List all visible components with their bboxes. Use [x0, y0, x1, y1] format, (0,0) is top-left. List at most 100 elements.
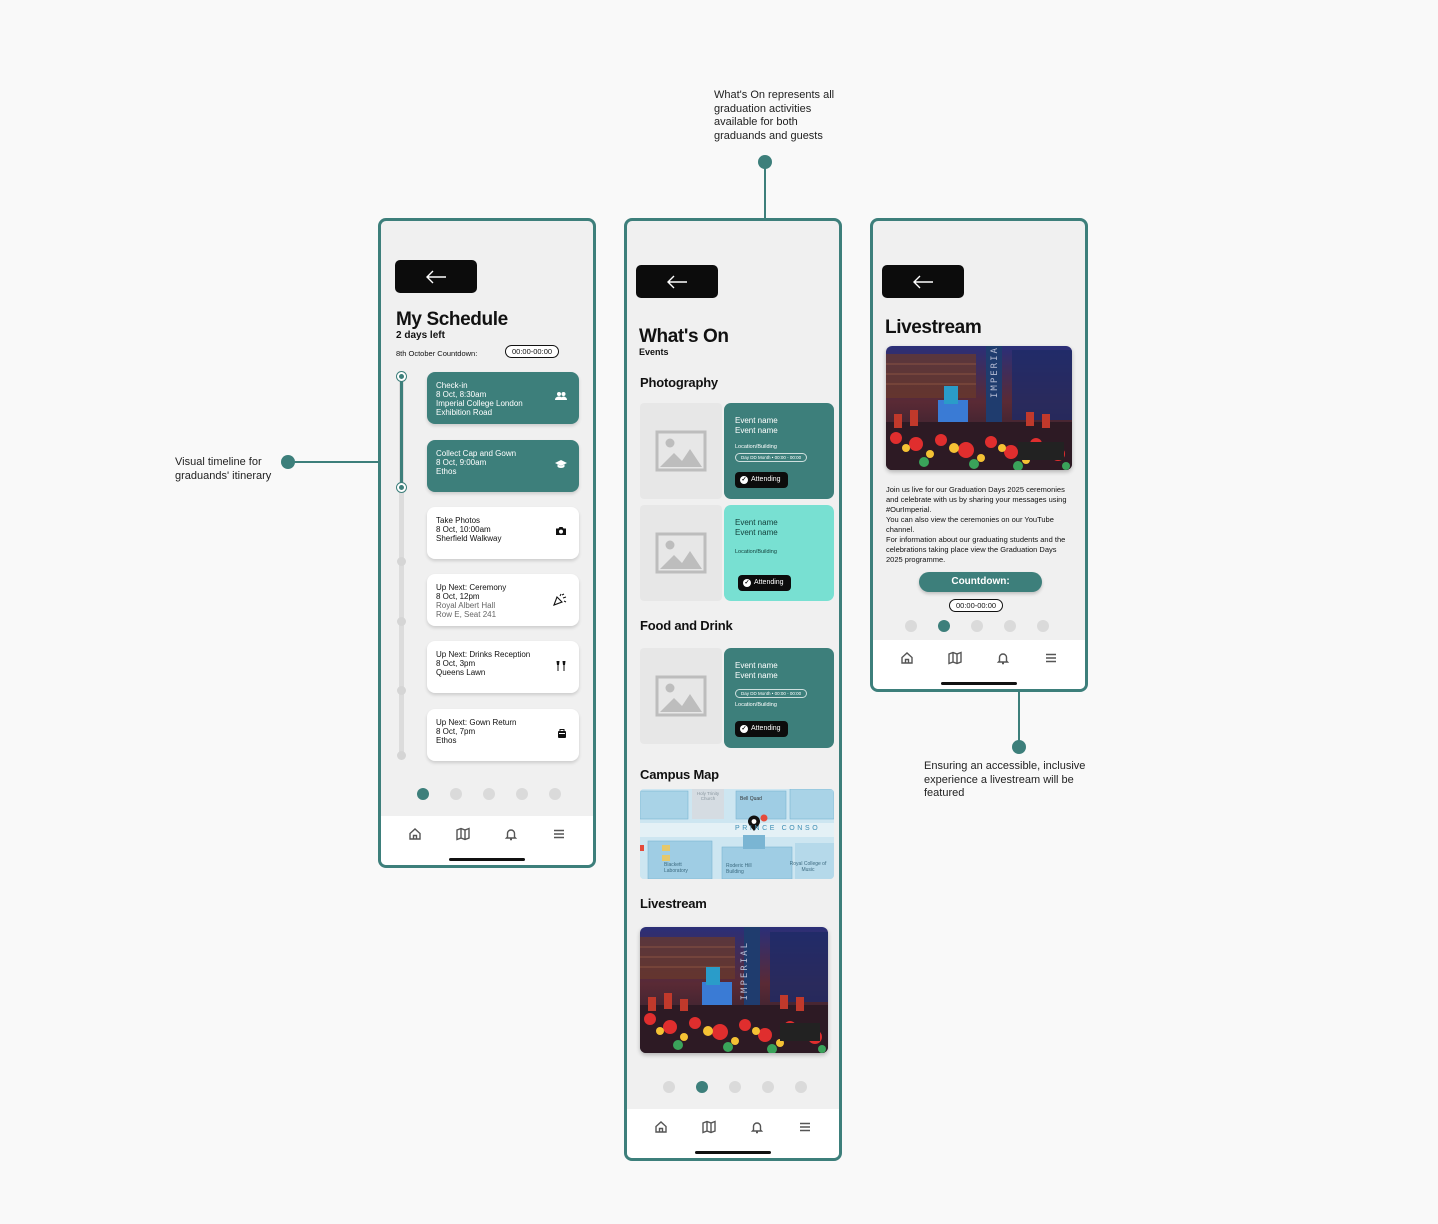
event-card[interactable]: Event name Event name Day DD Month • 00:… — [724, 648, 834, 748]
tab-map[interactable] — [947, 650, 963, 666]
graduation-cap-icon — [555, 459, 567, 471]
page-dot[interactable] — [483, 788, 495, 800]
tab-notifications[interactable] — [749, 1119, 765, 1135]
page-dot[interactable] — [905, 620, 917, 632]
event-date: Day DD Month • 00:00 - 00:00 — [735, 689, 808, 698]
item-time: 8 Oct, 8:30am — [436, 390, 487, 399]
event-location: Location/Building — [735, 702, 777, 708]
description-paragraph: You can also view the ceremonies on our … — [886, 515, 1054, 534]
page-dot-active[interactable] — [696, 1081, 708, 1093]
whats-on-screen: What's On Events Photography Event name … — [624, 218, 842, 1161]
page-indicator — [905, 620, 1049, 632]
page-dot-active[interactable] — [417, 788, 429, 800]
page-title: Livestream — [885, 317, 982, 338]
timeline-node — [397, 617, 406, 626]
map-label: Blackett Laboratory — [664, 862, 688, 874]
event-name: Event name — [735, 426, 778, 435]
item-location: Ethos — [436, 736, 457, 745]
back-button[interactable] — [395, 260, 477, 293]
event-location: Location/Building — [735, 444, 777, 450]
item-location: Ethos — [436, 467, 457, 476]
countdown-label: 8th October Countdown: — [396, 349, 478, 358]
home-icon — [409, 828, 421, 840]
page-dot[interactable] — [1004, 620, 1016, 632]
tab-menu[interactable] — [797, 1119, 813, 1135]
livestream-thumbnail[interactable]: IMPERIAL — [640, 927, 828, 1053]
countdown-timer: 00:00-00:00 — [505, 345, 560, 358]
back-button[interactable] — [882, 265, 964, 298]
item-location-detail: Row E, Seat 241 — [436, 610, 497, 619]
event-card[interactable]: Event name Event name Location/Building … — [724, 505, 834, 601]
livestream-screen: Livestream IMPERIAL Join us live for our… — [870, 218, 1088, 692]
attending-button[interactable]: ✓ Attending — [738, 575, 791, 591]
arrow-left-icon — [667, 275, 687, 288]
page-dot[interactable] — [663, 1081, 675, 1093]
schedule-item[interactable]: Up Next: Ceremony 8 Oct, 12pm Royal Albe… — [427, 574, 579, 626]
home-indicator — [695, 1151, 771, 1154]
countdown-button[interactable]: Countdown: — [919, 572, 1042, 592]
tab-bar — [627, 1109, 839, 1158]
page-dot-active[interactable] — [938, 620, 950, 632]
page-dot[interactable] — [549, 788, 561, 800]
event-name: Event name — [735, 661, 778, 670]
description-paragraph: Join us live for our Graduation Days 202… — [886, 485, 1067, 514]
bell-icon — [750, 1122, 764, 1134]
item-time: 8 Oct, 9:00am — [436, 458, 487, 467]
event-date: Day DD Month • 00:00 - 00:00 — [735, 453, 808, 462]
page-dot[interactable] — [450, 788, 462, 800]
page-dot[interactable] — [516, 788, 528, 800]
page-indicator — [663, 1081, 807, 1093]
tab-menu[interactable] — [1043, 650, 1059, 666]
timeline-node — [397, 557, 406, 566]
item-location: Royal Albert Hall — [436, 601, 496, 610]
event-card[interactable]: Event name Event name Location/Building … — [724, 403, 834, 499]
campus-map[interactable]: Holy Trinity Church Bell Quad PRINCE CON… — [640, 789, 834, 879]
item-title: Up Next: Gown Return — [436, 718, 517, 727]
attending-button[interactable]: ✓ Attending — [735, 721, 788, 737]
schedule-item[interactable]: Take Photos 8 Oct, 10:00am Sherfield Wal… — [427, 507, 579, 559]
page-dot[interactable] — [971, 620, 983, 632]
schedule-item[interactable]: Check-in 8 Oct, 8:30am Imperial College … — [427, 372, 579, 424]
timeline-node — [397, 751, 406, 760]
timeline-node — [397, 483, 406, 492]
bell-icon — [996, 653, 1010, 665]
check-icon: ✓ — [740, 476, 748, 484]
tab-notifications[interactable] — [995, 650, 1011, 666]
schedule-item[interactable]: Up Next: Gown Return 8 Oct, 7pm Ethos — [427, 709, 579, 761]
event-name: Event name — [735, 528, 778, 537]
tab-map[interactable] — [455, 826, 471, 842]
page-dot[interactable] — [795, 1081, 807, 1093]
livestream-video[interactable]: IMPERIAL — [886, 346, 1072, 470]
tab-home[interactable] — [899, 650, 915, 666]
schedule-item[interactable]: Collect Cap and Gown 8 Oct, 9:00am Ethos — [427, 440, 579, 492]
attending-label: Attending — [751, 476, 781, 483]
map-label: PRINCE CONSO — [735, 825, 821, 832]
arrow-left-icon — [913, 275, 933, 288]
page-dot[interactable] — [762, 1081, 774, 1093]
timeline-node — [397, 372, 406, 381]
camera-icon — [555, 526, 567, 538]
event-name: Event name — [735, 518, 778, 527]
event-name: Event name — [735, 416, 778, 425]
page-dot[interactable] — [1037, 620, 1049, 632]
tab-home[interactable] — [653, 1119, 669, 1135]
home-indicator — [449, 858, 525, 861]
section-campus-map: Campus Map — [640, 767, 719, 782]
page-dot[interactable] — [729, 1081, 741, 1093]
tab-home[interactable] — [407, 826, 423, 842]
tab-notifications[interactable] — [503, 826, 519, 842]
back-button[interactable] — [636, 265, 718, 298]
attending-label: Attending — [754, 579, 784, 586]
event-name: Event name — [735, 671, 778, 680]
tab-menu[interactable] — [551, 826, 567, 842]
tab-map[interactable] — [701, 1119, 717, 1135]
attending-button[interactable]: ✓ Attending — [735, 472, 788, 488]
party-popper-icon — [553, 593, 567, 608]
item-location: Imperial College London — [436, 399, 523, 408]
schedule-item[interactable]: Up Next: Drinks Reception 8 Oct, 3pm Que… — [427, 641, 579, 693]
bell-icon — [504, 829, 518, 841]
people-icon — [555, 391, 567, 403]
menu-icon — [1046, 653, 1056, 663]
page-title: My Schedule — [396, 309, 508, 330]
map-label: Roderic Hill Building — [726, 863, 752, 875]
